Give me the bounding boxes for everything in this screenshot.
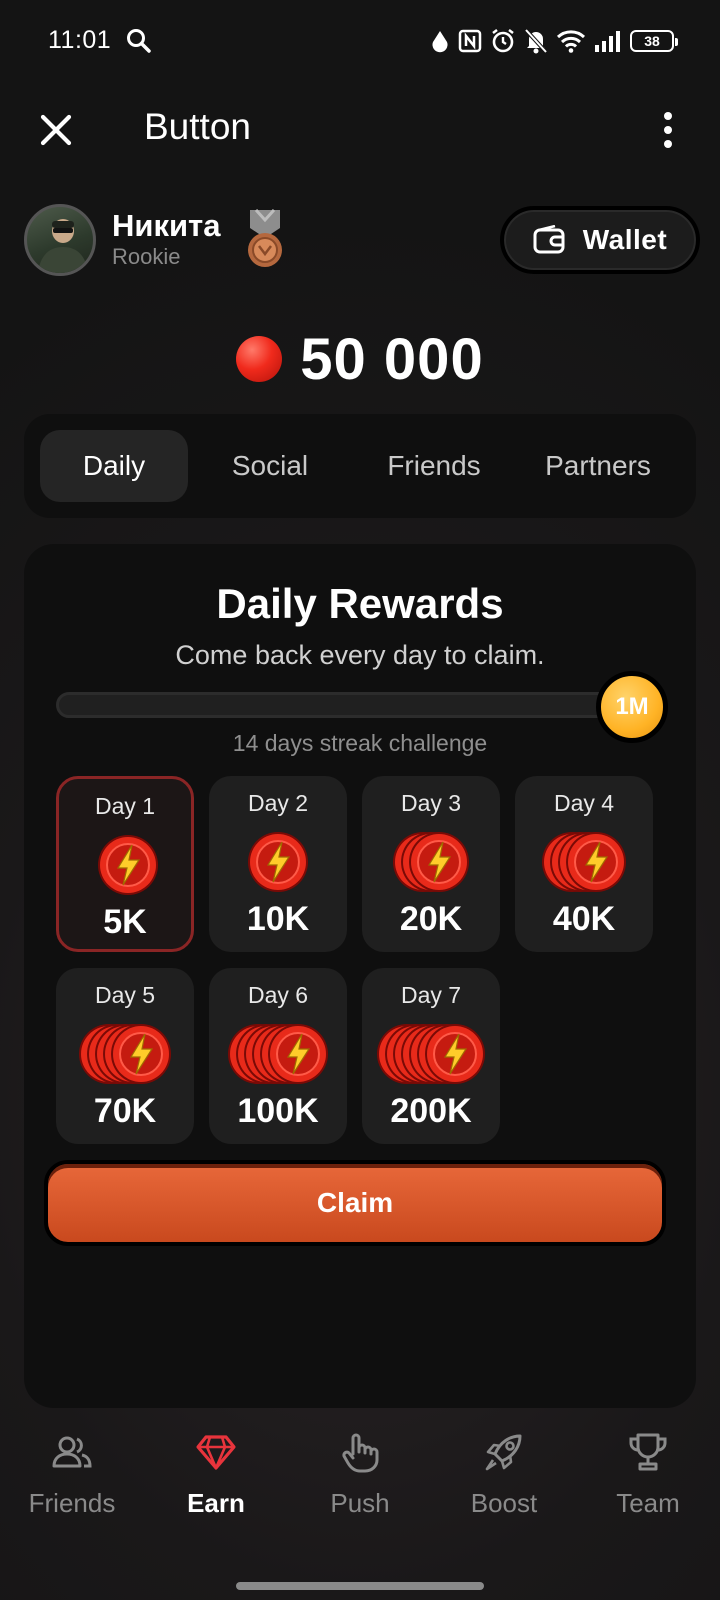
- rocket-icon: [485, 1434, 522, 1471]
- friends-icon: [52, 1436, 92, 1468]
- day-label: Day 7: [400, 982, 462, 1008]
- more-options-icon[interactable]: [656, 108, 680, 152]
- coin-stack: [515, 830, 653, 894]
- day-amount: 70K: [93, 1092, 157, 1130]
- tab-social[interactable]: Social: [188, 430, 352, 502]
- status-time: 11:01: [48, 26, 112, 54]
- coin-stack: [362, 830, 500, 894]
- nav-earn[interactable]: Earn: [144, 1418, 288, 1542]
- search-icon: [127, 29, 151, 53]
- lightning-coin-icon: [425, 1024, 485, 1084]
- username: Никита: [112, 208, 221, 243]
- trophy-icon: [629, 1433, 667, 1471]
- day-label: Day 6: [247, 982, 309, 1008]
- nav-label: Boost: [470, 1488, 538, 1518]
- wallet-label: Wallet: [582, 224, 668, 255]
- bell-off-icon: [524, 28, 548, 54]
- tabs: Daily Social Friends Partners: [24, 414, 696, 518]
- coin-stack: [209, 830, 347, 894]
- day-card[interactable]: Day 6 100K: [209, 968, 347, 1144]
- gem-icon: [196, 1435, 236, 1470]
- day-card[interactable]: Day 4 40K: [515, 776, 653, 952]
- close-icon[interactable]: [34, 108, 78, 152]
- nfc-icon: [458, 29, 482, 53]
- bronze-medal-icon: [248, 208, 282, 267]
- battery-level: 38: [644, 33, 660, 49]
- tab-partners[interactable]: Partners: [516, 430, 680, 502]
- lightning-coin-icon: [248, 832, 308, 892]
- claim-button[interactable]: Claim: [44, 1160, 666, 1246]
- balance: 50 000: [0, 324, 720, 394]
- battery-icon: 38: [630, 30, 678, 52]
- day-card[interactable]: Day 7 200K: [362, 968, 500, 1144]
- day-amount: 40K: [552, 900, 616, 938]
- day-card[interactable]: Day 2 10K: [209, 776, 347, 952]
- day-card[interactable]: Day 1 5K: [56, 776, 194, 952]
- nav-label: Push: [330, 1488, 390, 1518]
- day-label: Day 4: [553, 790, 615, 816]
- balance-value: 50 000: [300, 326, 484, 392]
- status-bar: 11:01 38: [0, 0, 720, 84]
- status-icons: 38: [430, 26, 678, 56]
- wallet-button[interactable]: Wallet: [500, 206, 700, 274]
- day-label: Day 3: [400, 790, 462, 816]
- day-amount: 20K: [399, 900, 463, 938]
- coin-icon: [236, 336, 283, 382]
- coin-stack: [209, 1022, 347, 1086]
- day-amount: 100K: [237, 1092, 319, 1130]
- page-title: Button: [144, 106, 251, 147]
- coin-stack: [59, 833, 191, 897]
- rank-label: Rookie: [112, 244, 181, 269]
- wallet-icon: [533, 225, 565, 254]
- coin-stack: [362, 1022, 500, 1086]
- day-label: Day 1: [94, 793, 156, 819]
- avatar[interactable]: [24, 204, 96, 276]
- lightning-coin-icon: [111, 1024, 171, 1084]
- day-label: Day 2: [247, 790, 309, 816]
- nav-boost[interactable]: Boost: [432, 1418, 576, 1542]
- lightning-coin-icon: [409, 832, 469, 892]
- wifi-icon: [556, 30, 586, 53]
- day-amount: 5K: [103, 903, 147, 941]
- day-amount: 10K: [246, 900, 310, 938]
- daily-rewards-panel: Daily Rewards Come back every day to cla…: [24, 544, 696, 1408]
- nav-label: Friends: [28, 1488, 116, 1518]
- nav-push[interactable]: Push: [288, 1418, 432, 1542]
- nav-label: Team: [616, 1488, 680, 1518]
- day-amount: 200K: [390, 1092, 472, 1130]
- title-bar: Button: [0, 90, 720, 170]
- home-indicator[interactable]: [236, 1582, 484, 1590]
- day-card[interactable]: Day 5 70K: [56, 968, 194, 1144]
- lightning-coin-icon: [268, 1024, 328, 1084]
- lightning-coin-icon: [566, 832, 626, 892]
- streak-progress-bar: [56, 692, 612, 718]
- tab-friends[interactable]: Friends: [352, 430, 516, 502]
- lightning-coin-icon: [98, 835, 158, 895]
- panel-subtitle: Come back every day to claim.: [175, 640, 545, 670]
- nav-label: Earn: [187, 1488, 245, 1518]
- day-card[interactable]: Day 3 20K: [362, 776, 500, 952]
- nav-friends[interactable]: Friends: [0, 1418, 144, 1542]
- signal-icon: [595, 31, 620, 52]
- day-label: Day 5: [94, 982, 156, 1008]
- nav-team[interactable]: Team: [576, 1418, 720, 1542]
- tab-daily[interactable]: Daily: [40, 430, 188, 502]
- coin-stack: [56, 1022, 194, 1086]
- bottom-nav: Friends Earn Push Boost Team: [0, 1418, 720, 1542]
- hand-pointer-icon: [342, 1433, 379, 1473]
- panel-title: Daily Rewards: [216, 580, 504, 627]
- alarm-icon: [492, 29, 514, 53]
- streak-label: 14 days streak challenge: [232, 730, 488, 756]
- data-saver-icon: [432, 31, 448, 53]
